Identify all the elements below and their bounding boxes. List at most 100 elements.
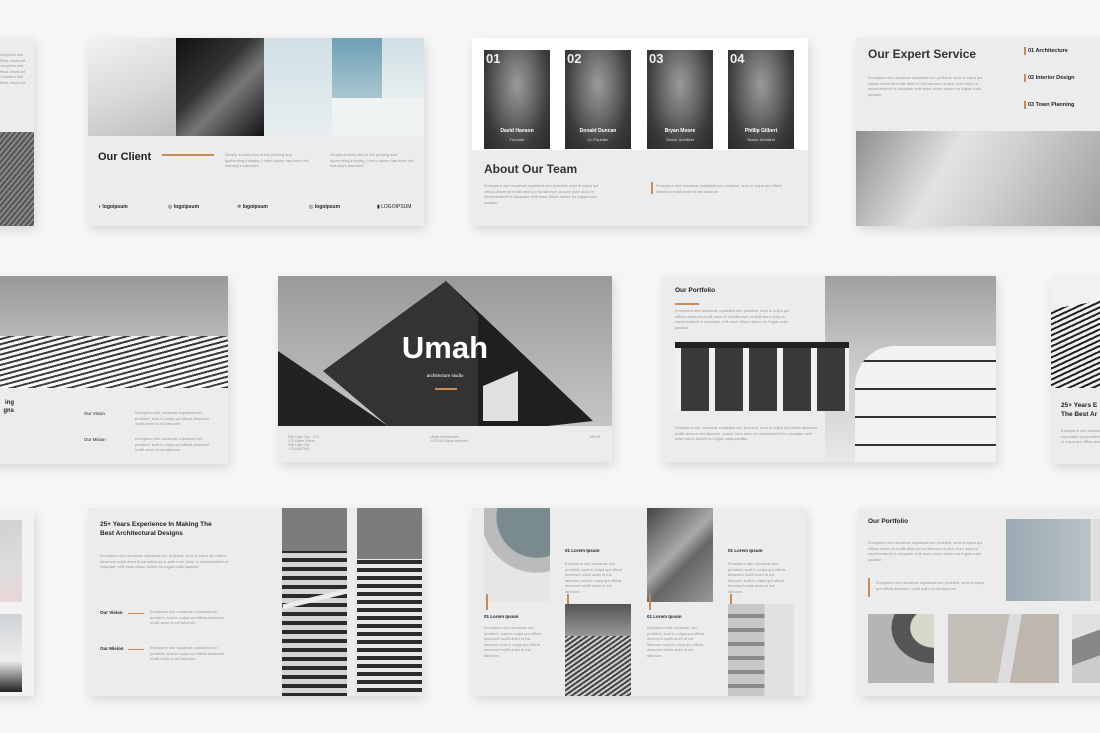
edge-photo: [0, 132, 34, 226]
service-accent-1: [1024, 47, 1026, 55]
grid-item-title: 01 Lorem Ipsum: [565, 548, 600, 553]
slide-portfolio-1[interactable]: Our Portfolio Excepteur sint occaecat cu…: [662, 276, 996, 462]
slide-edge-left-top[interactable]: Excepteur sint officia deserunt Excepteu…: [0, 38, 34, 226]
slide-expert-service[interactable]: Our Expert Service Excepteur sint occaec…: [856, 38, 1100, 226]
team-title: About Our Team: [484, 162, 578, 176]
experience-vision-text: Excepteur sint occaecat cupidatat non pr…: [150, 609, 224, 625]
experience-photo-1: [282, 508, 347, 696]
portfolio1-photo-windows: [675, 342, 849, 411]
cover-title: Umah: [401, 330, 489, 365]
portfolio1-accent-line: [675, 303, 699, 305]
experience-photo-2: [357, 508, 422, 696]
grid-item-text: Excepteur sint occaecat non proident, su…: [647, 625, 705, 658]
slide-experience[interactable]: 25+ Years Experience In Making The Best …: [88, 508, 422, 696]
team-member-card[interactable]: 04 Phillip Gilbert Senior Architect: [728, 50, 794, 149]
portfolio1-title: Our Portfolio: [675, 287, 716, 294]
client-logo-3: ✲ logoipsum: [237, 204, 268, 210]
cover-accent-line: [435, 388, 457, 390]
cover-subtitle: architecture studio: [426, 373, 464, 378]
grid-item-text: Excepteur sint occaecat non proident, su…: [484, 625, 542, 658]
member-name: David Hanson: [500, 128, 534, 134]
portfolio2-title: Our Portfolio: [868, 518, 909, 525]
member-number: 04: [730, 51, 745, 66]
cover-right-label[interactable]: MENU: [590, 435, 610, 441]
grid-photo-3: [647, 508, 713, 602]
client-accent-line: [162, 154, 214, 156]
edge-right-photo: [1051, 276, 1100, 388]
grid-item-text: Excepteur sint occaecat non proident, su…: [728, 561, 786, 594]
team-text-1: Excepteur sint occaecat cupidatat non pr…: [484, 183, 599, 205]
slide-our-client[interactable]: Our Client Simply dummy text of the prin…: [88, 38, 424, 226]
portfolio1-photo-right: [825, 276, 996, 462]
client-text-1: Simply dummy text of the printing and ty…: [225, 152, 309, 168]
vision-left-heading: ing gns: [3, 400, 14, 414]
mission-left-label: Our Mision: [84, 437, 106, 442]
slide-edge-left-bottom[interactable]: [0, 510, 34, 696]
portfolio2-photo-3: [1072, 614, 1100, 683]
portfolio2-accent: [868, 578, 870, 597]
edge-text: Excepteur sint officia deserunt Excepteu…: [0, 52, 26, 85]
member-role: Co Founder: [587, 137, 609, 142]
slide-portfolio-2[interactable]: Our Portfolio Excepteur sint occaecat cu…: [858, 508, 1100, 696]
service-photo: [856, 131, 1100, 226]
grid-photo-2: [565, 604, 631, 696]
service-accent-3: [1024, 101, 1026, 109]
service-item-3[interactable]: 03 Town Planning: [1028, 102, 1074, 108]
service-title: Our Expert Service: [868, 47, 977, 61]
experience-heading: 25+ Years Experience In Making The Best …: [100, 521, 212, 537]
client-logo-4: ◎ logoipsum: [309, 204, 341, 210]
service-item-2[interactable]: 02 Interior Design: [1028, 75, 1074, 81]
service-item-1[interactable]: 01 Architecture: [1028, 48, 1068, 54]
experience-mission-label: Our Mision: [100, 646, 124, 651]
service-text: Excepteur sint occaecat cupidatat non pr…: [868, 75, 983, 97]
photo-building-5: [332, 98, 424, 136]
slide-lorem-grid[interactable]: 01 Lorem Ipsum Excepteur sint occaecat n…: [472, 508, 806, 696]
portfolio2-photo-2: [948, 614, 1059, 683]
client-logo-5: ▮ LOGOIPSUM: [377, 204, 412, 210]
experience-vision-label: Our Vision: [100, 610, 123, 615]
grid-photo-4: [728, 604, 794, 696]
member-name: Donald Duncan: [579, 128, 617, 134]
member-role: Founder: [509, 137, 525, 142]
edge-right-text: Excepteur sint occaecat cupidatat non pr…: [1061, 428, 1100, 444]
experience-mission-text: Excepteur sint occaecat cupidatat non pr…: [150, 645, 224, 661]
slide-about-team[interactable]: 01 David Hanson Founder 02 Donald Duncan…: [472, 38, 808, 226]
team-member-card[interactable]: 03 Bryan Moore Senior Architect: [647, 50, 713, 149]
experience-vision-accent: [128, 613, 144, 614]
mission-left-text: Excepteur sint occaecat cupidatat non pr…: [135, 436, 209, 452]
vision-left-text: Excepteur sint occaecat cupidatat non pr…: [135, 410, 209, 426]
portfolio2-photo-1: [868, 614, 934, 683]
grid-item-text: Excepteur sint occaecat non proident, su…: [565, 561, 623, 594]
grid-accent-1: [486, 594, 488, 610]
team-member-card[interactable]: 02 Donald Duncan Co Founder: [565, 50, 631, 149]
grid-photo-1: [484, 508, 550, 602]
photo-building-6: [382, 38, 424, 98]
client-text-2: Simply dummy text of the printing and ty…: [330, 152, 414, 168]
experience-text: Excepteur sint occaecat cupidatat non pr…: [100, 553, 228, 569]
member-name: Bryan Moore: [664, 128, 696, 134]
edge-left-photo-1: [0, 520, 22, 602]
slide-vision-left[interactable]: ing gns Our Vision Excepteur sint occaeca…: [0, 276, 228, 464]
team-accent-line: [651, 182, 653, 194]
team-member-card[interactable]: 01 David Hanson Founder: [484, 50, 550, 149]
member-number: 03: [649, 51, 664, 66]
member-role: Senior Architect: [665, 137, 694, 142]
photo-building-2: [176, 38, 264, 136]
edge-left-photo-2: [0, 614, 22, 692]
edge-right-heading: 25+ Years E The Best Ar: [1061, 402, 1098, 418]
building-facade: [855, 346, 996, 462]
portfolio1-text-1: Excepteur sint occaecat cupidatat non pr…: [675, 308, 790, 330]
client-title: Our Client: [98, 151, 152, 163]
vision-left-photo: [0, 276, 228, 388]
portfolio1-text-2: Excepteur sint occaecat cupidatat non pr…: [675, 425, 818, 441]
photo-building-3: [264, 38, 332, 136]
slide-edge-right-mid[interactable]: 25+ Years E The Best Ar Excepteur sint oc…: [1051, 276, 1100, 464]
member-name: Phillip Gilbert: [744, 128, 778, 134]
grid-item-title: 01 Lorem Ipsum: [484, 614, 519, 619]
portfolio2-text-2: Excepteur sint occaecat cupidatat non pr…: [876, 580, 984, 591]
photo-building-1: [88, 38, 176, 136]
grid-accent-3: [649, 594, 651, 610]
grid-item-title: 01 Lorem Ipsum: [647, 614, 682, 619]
slide-cover-umah[interactable]: Umah architecture studio Salt Lake City …: [278, 276, 612, 462]
member-number: 02: [567, 51, 582, 66]
